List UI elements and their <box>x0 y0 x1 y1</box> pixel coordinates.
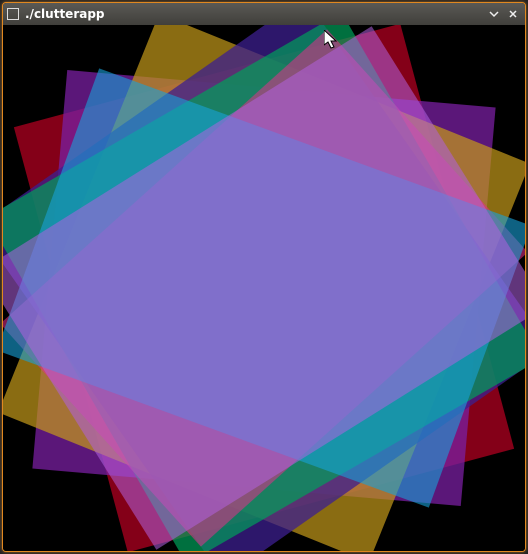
app-window: ./clutterapp <box>2 2 526 552</box>
titlebar[interactable]: ./clutterapp <box>3 3 525 26</box>
minimize-button[interactable] <box>486 7 502 21</box>
clutter-stage[interactable] <box>3 25 525 551</box>
close-button[interactable] <box>505 7 521 21</box>
app-icon <box>7 8 19 20</box>
window-title: ./clutterapp <box>25 7 483 21</box>
